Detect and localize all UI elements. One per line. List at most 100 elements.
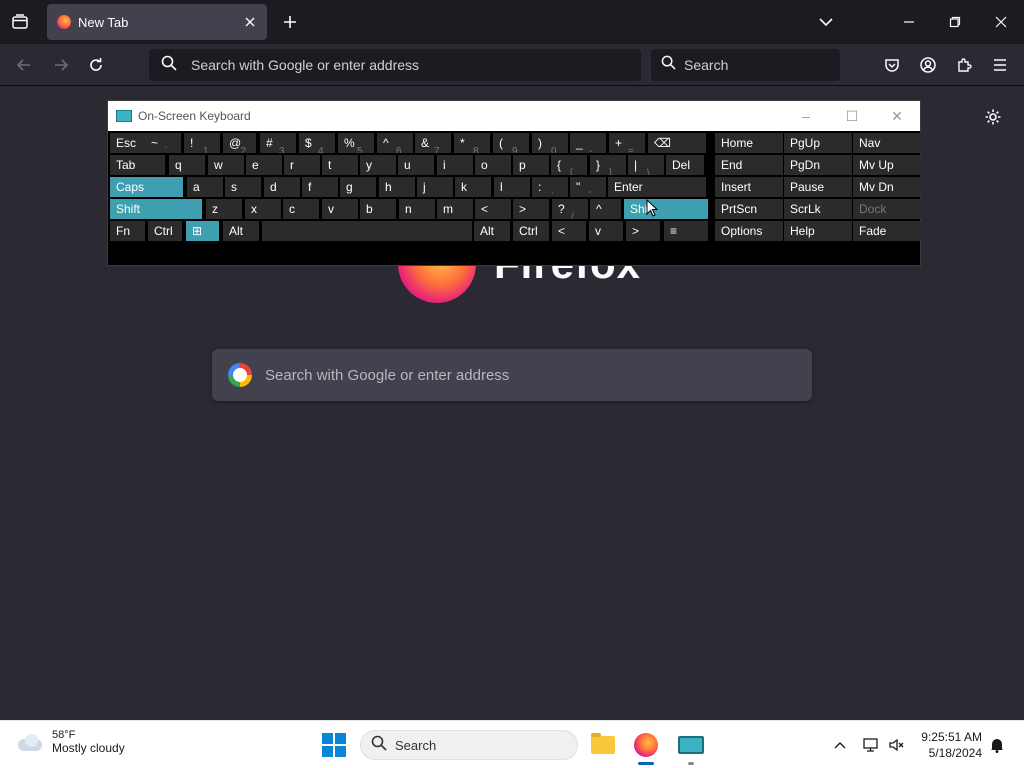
osk-key[interactable]: g <box>340 177 376 197</box>
osk-nav-key[interactable]: Options <box>715 221 783 241</box>
minimize-icon[interactable]: – <box>796 107 816 125</box>
osk-key[interactable]: n <box>399 199 435 219</box>
osk-key[interactable]: Caps <box>110 177 183 197</box>
osk-key[interactable]: ! 1 <box>184 133 220 153</box>
restore-icon[interactable] <box>941 8 969 36</box>
osk-key[interactable]: (9 <box>493 133 529 153</box>
osk-key[interactable]: Tab <box>110 155 165 175</box>
osk-key[interactable]: Alt <box>223 221 259 241</box>
file-explorer-icon[interactable] <box>589 731 617 759</box>
osk-key[interactable]: o <box>475 155 511 175</box>
osk-key[interactable]: v <box>322 199 358 219</box>
osk-nav-key[interactable]: End <box>715 155 783 175</box>
osk-key[interactable]: :; <box>532 177 568 197</box>
osk-key[interactable]: v <box>589 221 623 241</box>
osk-key[interactable]: ) 0 <box>532 133 568 153</box>
gear-icon[interactable] <box>982 106 1004 128</box>
osk-key[interactable]: Enter <box>608 177 706 197</box>
osk-key[interactable]: k <box>455 177 491 197</box>
chevron-up-icon[interactable] <box>829 735 851 755</box>
osk-key[interactable]: Shift <box>110 199 202 219</box>
osk-taskbar-icon[interactable] <box>677 731 705 759</box>
chevron-down-icon[interactable] <box>812 8 840 36</box>
osk-key[interactable]: + = <box>609 133 645 153</box>
search-bar[interactable]: Search <box>651 49 840 81</box>
osk-key[interactable]: | \ <box>628 155 664 175</box>
osk-key[interactable]: #3 <box>260 133 296 153</box>
osk-key[interactable]: Ctrl <box>148 221 182 241</box>
osk-nav-key[interactable]: ScrLk <box>784 199 852 219</box>
osk-key[interactable]: e <box>246 155 282 175</box>
osk-key[interactable]: d <box>264 177 300 197</box>
osk-key[interactable]: >. <box>513 199 549 219</box>
weather-widget[interactable]: 58°F Mostly cloudy <box>16 729 125 755</box>
osk-key[interactable]: z <box>206 199 242 219</box>
system-clock[interactable]: 9:25:51 AM 5/18/2024 <box>914 729 982 761</box>
windows-start-icon[interactable] <box>322 733 346 757</box>
osk-key[interactable]: y <box>360 155 396 175</box>
osk-key[interactable]: Shift <box>624 199 708 219</box>
pocket-icon[interactable] <box>879 52 905 78</box>
osk-nav-key[interactable]: Insert <box>715 177 783 197</box>
osk-nav-key[interactable]: Mv Up <box>853 155 921 175</box>
osk-key[interactable]: }] <box>590 155 626 175</box>
osk-key[interactable]: ⊞ <box>186 221 219 241</box>
firefox-taskbar-icon[interactable] <box>632 731 660 759</box>
osk-key[interactable]: % 5 <box>338 133 374 153</box>
osk-key[interactable] <box>262 221 472 241</box>
osk-nav-key[interactable]: PgUp <box>784 133 852 153</box>
new-tab-button[interactable] <box>278 10 302 34</box>
osk-nav-key[interactable]: Home <box>715 133 783 153</box>
extensions-icon[interactable] <box>951 52 977 78</box>
osk-key[interactable]: ⌫ <box>648 133 706 153</box>
osk-key[interactable]: <, <box>475 199 511 219</box>
osk-key[interactable]: {[ <box>551 155 587 175</box>
osk-key[interactable]: w <box>208 155 244 175</box>
osk-key[interactable]: @2 <box>223 133 256 153</box>
osk-key[interactable]: * 8 <box>454 133 490 153</box>
maximize-icon[interactable]: ☐ <box>842 107 862 125</box>
tab-new-tab[interactable]: New Tab <box>47 4 267 40</box>
osk-key[interactable]: a <box>187 177 223 197</box>
osk-key[interactable]: < <box>552 221 586 241</box>
osk-key[interactable]: > <box>626 221 660 241</box>
osk-key[interactable]: s <box>225 177 261 197</box>
osk-key[interactable]: Fn <box>110 221 145 241</box>
notification-bell-icon[interactable] <box>986 735 1008 755</box>
osk-key[interactable]: q <box>169 155 205 175</box>
osk-key[interactable]: i <box>437 155 473 175</box>
osk-key[interactable]: l <box>494 177 530 197</box>
osk-key[interactable]: h <box>379 177 415 197</box>
account-icon[interactable] <box>915 52 941 78</box>
osk-key[interactable]: Del <box>666 155 704 175</box>
osk-key[interactable]: $4 <box>299 133 335 153</box>
taskbar-search-input[interactable]: Search <box>360 730 578 760</box>
volume-muted-icon[interactable] <box>886 735 908 755</box>
osk-key[interactable]: ^ <box>590 199 621 219</box>
osk-key[interactable]: b <box>360 199 396 219</box>
osk-nav-key[interactable]: Fade <box>853 221 921 241</box>
osk-key[interactable]: Alt <box>474 221 510 241</box>
osk-key[interactable]: ^ 6 <box>377 133 413 153</box>
osk-key[interactable]: ≡ <box>664 221 708 241</box>
newtab-search-input[interactable]: Search with Google or enter address <box>212 349 812 401</box>
close-window-icon[interactable] <box>987 8 1015 36</box>
close-icon[interactable]: ✕ <box>887 107 907 125</box>
osk-nav-key[interactable]: Pause <box>784 177 852 197</box>
osk-key[interactable]: & 7 <box>415 133 451 153</box>
back-arrow-icon[interactable] <box>11 52 37 78</box>
close-tab-icon[interactable] <box>241 13 259 31</box>
osk-nav-key[interactable]: PgDn <box>784 155 852 175</box>
osk-key[interactable]: p <box>513 155 549 175</box>
osk-key[interactable]: u <box>398 155 434 175</box>
osk-key[interactable]: x <box>245 199 281 219</box>
osk-nav-key[interactable]: Mv Dn <box>853 177 921 197</box>
osk-nav-key[interactable]: Dock <box>853 199 921 219</box>
osk-key[interactable]: t <box>322 155 358 175</box>
osk-key[interactable]: " ' <box>570 177 606 197</box>
osk-nav-key[interactable]: PrtScn <box>715 199 783 219</box>
forward-arrow-icon[interactable] <box>48 52 74 78</box>
osk-nav-key[interactable]: Nav <box>853 133 921 153</box>
list-all-tabs-icon[interactable] <box>8 10 32 34</box>
osk-title-bar[interactable]: On-Screen Keyboard – ☐ ✕ <box>108 101 920 131</box>
